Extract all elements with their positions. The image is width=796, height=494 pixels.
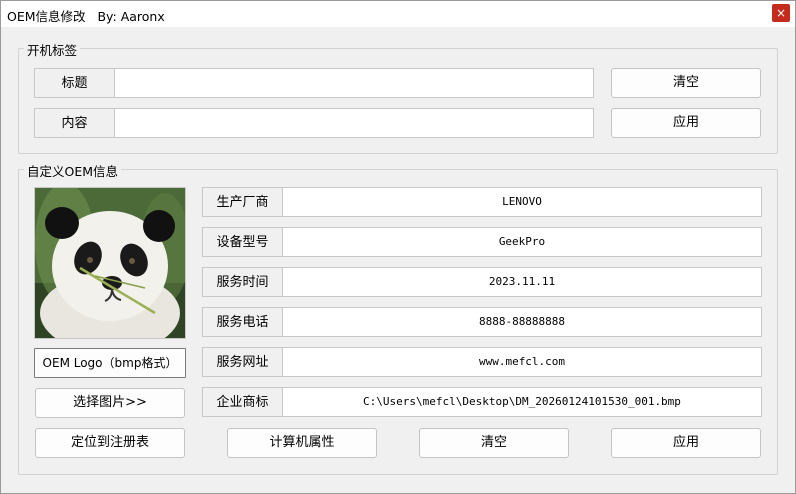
oem-logo-image xyxy=(34,187,186,339)
support-hours-label: 服务时间 xyxy=(202,267,283,297)
manufacturer-field[interactable]: LENOVO xyxy=(282,187,762,217)
title-label: 标题 xyxy=(34,68,115,98)
support-hours-field[interactable]: 2023.11.11 xyxy=(282,267,762,297)
computer-properties-button[interactable]: 计算机属性 xyxy=(227,428,377,458)
oem-apply-button[interactable]: 应用 xyxy=(611,428,761,458)
oem-group-label: 自定义OEM信息 xyxy=(24,161,122,180)
support-url-field[interactable]: www.mefcl.com xyxy=(282,347,762,377)
boot-apply-button[interactable]: 应用 xyxy=(611,108,761,138)
content-label: 内容 xyxy=(34,108,115,138)
oem-editor-window: OEM信息修改 By: Aaronx × 开机标签 标题 清空 内容 应用 自定… xyxy=(0,0,796,494)
support-phone-label: 服务电话 xyxy=(202,307,283,337)
title-input[interactable] xyxy=(114,68,594,98)
model-label: 设备型号 xyxy=(202,227,283,257)
support-phone-field[interactable]: 8888-88888888 xyxy=(282,307,762,337)
window-title: OEM信息修改 By: Aaronx xyxy=(7,9,165,24)
oem-clear-button[interactable]: 清空 xyxy=(419,428,569,458)
select-image-button[interactable]: 选择图片>> xyxy=(35,388,185,418)
close-icon[interactable]: × xyxy=(772,4,790,22)
oem-logo-caption: OEM Logo（bmp格式） xyxy=(34,348,186,378)
boot-label-group xyxy=(18,48,778,154)
panda-logo-picture xyxy=(35,188,185,338)
logo-path-label: 企业商标 xyxy=(202,387,283,417)
locate-registry-button[interactable]: 定位到注册表 xyxy=(35,428,185,458)
boot-group-label: 开机标签 xyxy=(24,40,81,59)
support-url-label: 服务网址 xyxy=(202,347,283,377)
manufacturer-label: 生产厂商 xyxy=(202,187,283,217)
content-input[interactable] xyxy=(114,108,594,138)
model-field[interactable]: GeekPro xyxy=(282,227,762,257)
boot-clear-button[interactable]: 清空 xyxy=(611,68,761,98)
title-bar: OEM信息修改 By: Aaronx × xyxy=(1,1,795,27)
logo-path-field[interactable]: C:\Users\mefcl\Desktop\DM_20260124101530… xyxy=(282,387,762,417)
